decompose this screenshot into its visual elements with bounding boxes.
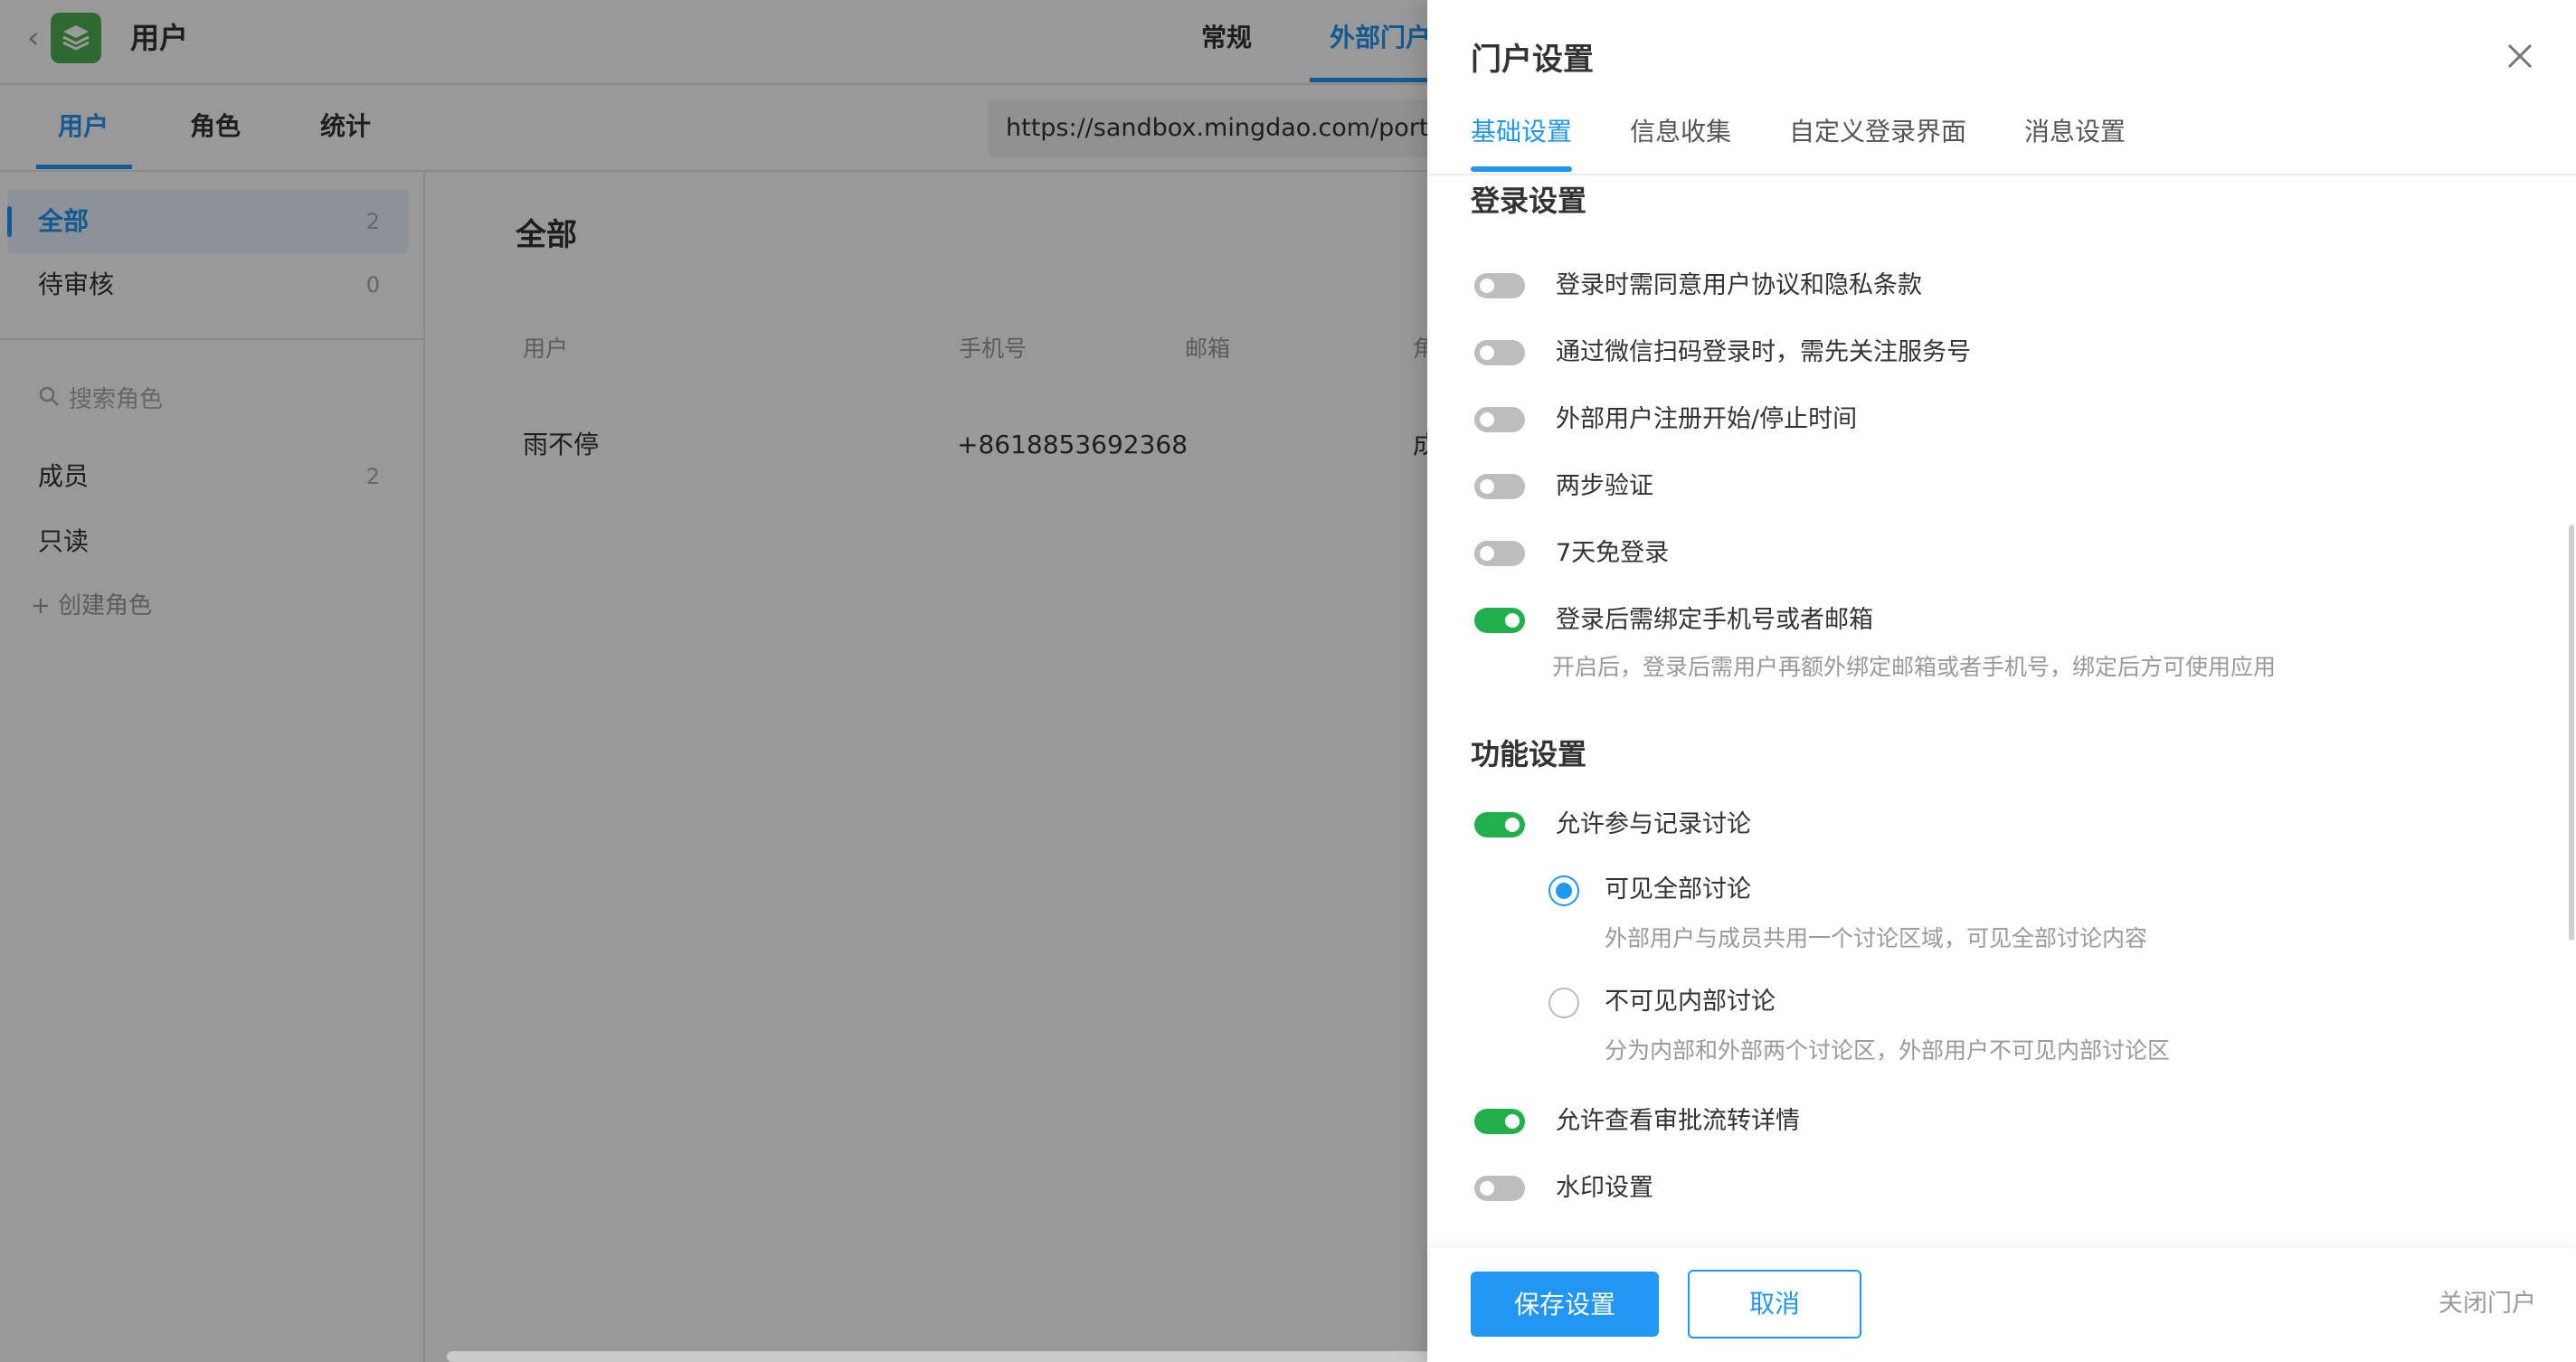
setting-row-two-step: 两步验证	[1474, 467, 2542, 506]
radio-description: 分为内部和外部两个讨论区，外部用户不可见内部讨论区	[1605, 1037, 2171, 1064]
portal-settings-drawer: 门户设置 基础设置 信息收集 自定义登录界面 消息设置 登录设置 登录时需同意用…	[1427, 0, 2576, 1362]
radio-see-all-discussion[interactable]	[1548, 875, 1579, 906]
toggle-register-window[interactable]	[1474, 407, 1525, 432]
tab-message-settings[interactable]: 消息设置	[2024, 112, 2126, 152]
setting-label: 水印设置	[1556, 1174, 1653, 1202]
radio-hide-internal-discussion[interactable]	[1548, 988, 1579, 1018]
toggle-watermark[interactable]	[1474, 1176, 1525, 1201]
setting-row-watermark: 水印设置	[1474, 1168, 2542, 1208]
tab-basic-settings[interactable]: 基础设置	[1471, 112, 1572, 152]
setting-label: 登录时需同意用户协议和隐私条款	[1556, 271, 1922, 299]
horizontal-scrollbar[interactable]	[447, 1351, 1442, 1362]
toggle-approval-details[interactable]	[1474, 1109, 1525, 1134]
radio-label: 可见全部讨论	[1605, 875, 1751, 903]
setting-row-agree-terms: 登录时需同意用户协议和隐私条款	[1474, 266, 2542, 306]
radio-label: 不可见内部讨论	[1605, 988, 1776, 1016]
drawer-title: 门户设置	[1471, 42, 1594, 78]
tab-custom-login[interactable]: 自定义登录界面	[1789, 112, 1966, 152]
tab-info-collection[interactable]: 信息收集	[1630, 112, 1731, 152]
setting-label: 7天免登录	[1556, 539, 1670, 567]
toggle-agree-terms[interactable]	[1474, 273, 1525, 298]
setting-label: 允许查看审批流转详情	[1556, 1107, 1800, 1135]
radio-description: 外部用户与成员共用一个讨论区域，可见全部讨论内容	[1605, 925, 2148, 951]
toggle-discussion[interactable]	[1474, 812, 1525, 837]
save-button[interactable]: 保存设置	[1471, 1272, 1659, 1337]
setting-row-register-window: 外部用户注册开始/停止时间	[1474, 400, 2542, 440]
cancel-button[interactable]: 取消	[1688, 1270, 1861, 1338]
toggle-two-step[interactable]	[1474, 474, 1525, 499]
setting-label: 两步验证	[1556, 472, 1653, 500]
close-portal-link[interactable]: 关闭门户	[2439, 1284, 2536, 1324]
setting-row-approval-details: 允许查看审批流转详情	[1474, 1102, 2542, 1141]
section-title-login: 登录设置	[1471, 184, 1587, 218]
drawer-footer: 保存设置 取消 关闭门户	[1427, 1248, 2576, 1362]
section-title-features: 功能设置	[1471, 737, 1587, 771]
drawer-tab-divider	[1427, 174, 2576, 175]
setting-label: 外部用户注册开始/停止时间	[1556, 405, 1858, 433]
setting-label: 通过微信扫码登录时，需先关注服务号	[1556, 338, 1971, 366]
setting-label: 登录后需绑定手机号或者邮箱	[1556, 606, 1873, 634]
setting-description: 开启后，登录后需用户再额外绑定邮箱或者手机号，绑定后方可使用应用	[1552, 654, 2277, 680]
toggle-remember-7days[interactable]	[1474, 541, 1525, 566]
tab-active-indicator	[1471, 166, 1572, 172]
close-icon[interactable]	[2502, 38, 2538, 74]
toggle-bind-contact[interactable]	[1474, 608, 1525, 633]
setting-row-bind-contact: 登录后需绑定手机号或者邮箱	[1474, 601, 2542, 640]
setting-row-remember-7days: 7天免登录	[1474, 534, 2542, 573]
toggle-wechat-follow[interactable]	[1474, 340, 1525, 365]
vertical-scrollbar[interactable]	[2569, 525, 2574, 941]
setting-row-wechat-follow: 通过微信扫码登录时，需先关注服务号	[1474, 333, 2542, 373]
setting-label: 允许参与记录讨论	[1556, 810, 1751, 838]
setting-row-discussion: 允许参与记录讨论	[1474, 805, 2542, 845]
